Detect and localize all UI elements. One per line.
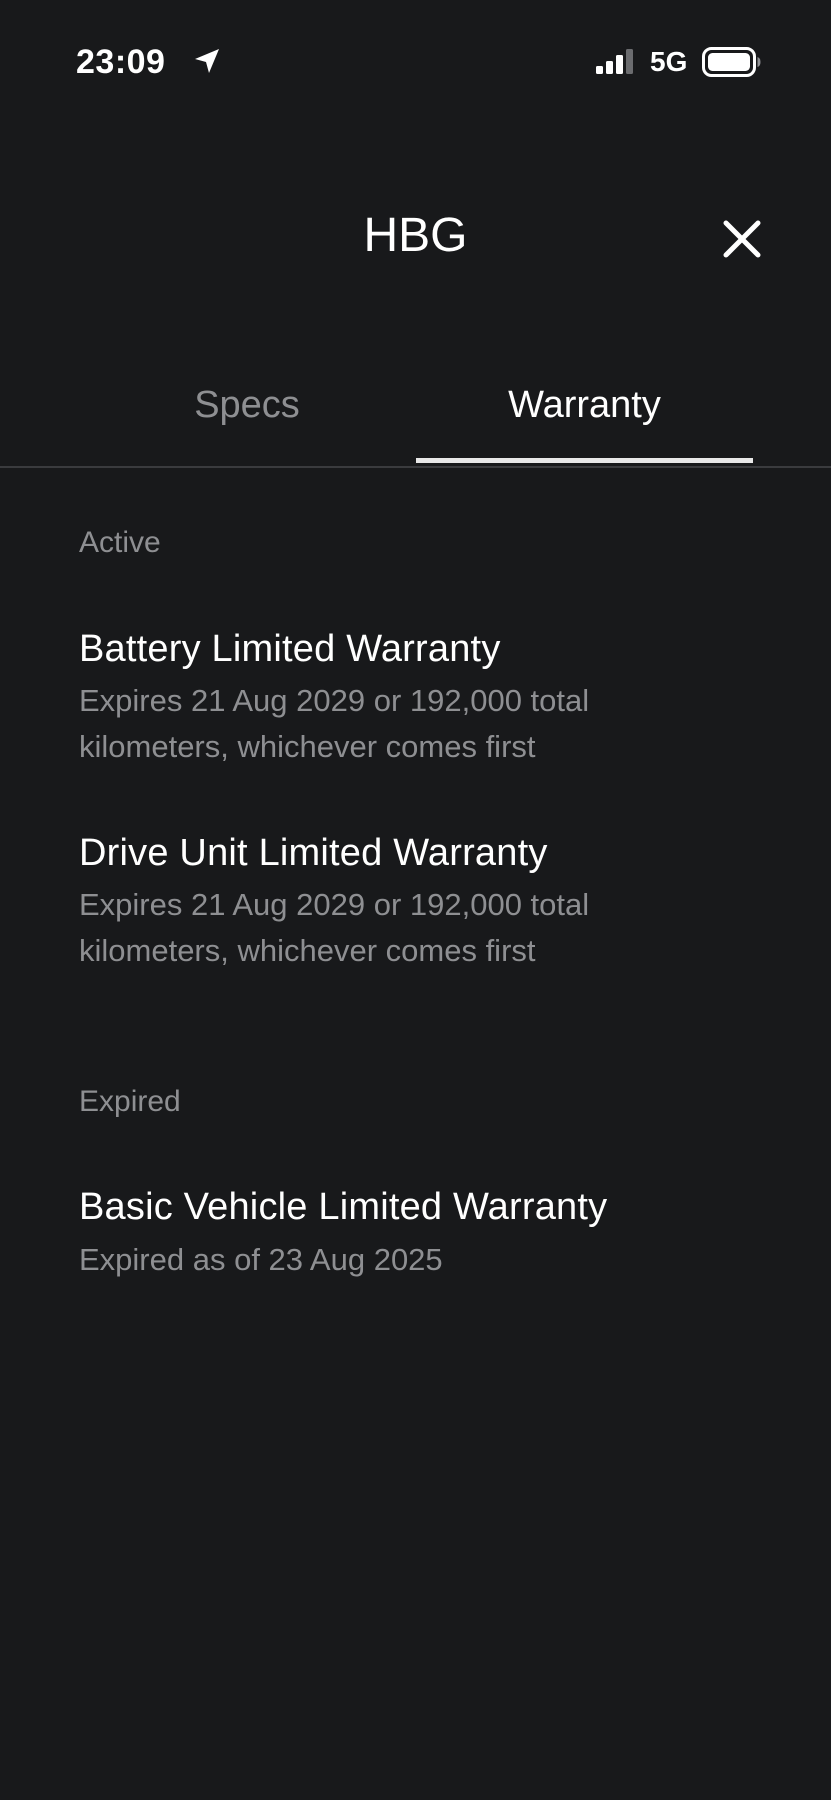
warranty-description: Expired as of 23 Aug 2025	[79, 1242, 443, 1277]
status-time: 23:09	[76, 43, 166, 81]
section-label-expired: Expired	[79, 1085, 181, 1118]
tab-warranty[interactable]: Warranty	[416, 370, 753, 450]
warranty-title: Battery Limited Warranty	[79, 628, 501, 670]
warranty-description: Expires 21 Aug 2029 or 192,000 total kil…	[79, 683, 590, 764]
tab-specs[interactable]: Specs	[77, 370, 417, 450]
section-label-active: Active	[79, 526, 161, 559]
network-type-label: 5G	[650, 46, 688, 77]
tab-bar: Specs Warranty	[0, 360, 831, 468]
warranty-description: Expires 21 Aug 2029 or 192,000 total kil…	[79, 887, 590, 968]
warranty-title: Basic Vehicle Limited Warranty	[79, 1186, 608, 1228]
active-tab-indicator	[416, 458, 753, 463]
page-title: HBG	[363, 209, 468, 262]
close-icon	[723, 220, 761, 258]
close-button[interactable]	[712, 212, 772, 266]
location-arrow-icon	[192, 46, 222, 76]
warranty-title: Drive Unit Limited Warranty	[79, 832, 548, 874]
status-bar: 23:09 5G	[0, 0, 831, 120]
battery-icon	[702, 46, 762, 78]
signal-bars-icon	[596, 48, 636, 76]
